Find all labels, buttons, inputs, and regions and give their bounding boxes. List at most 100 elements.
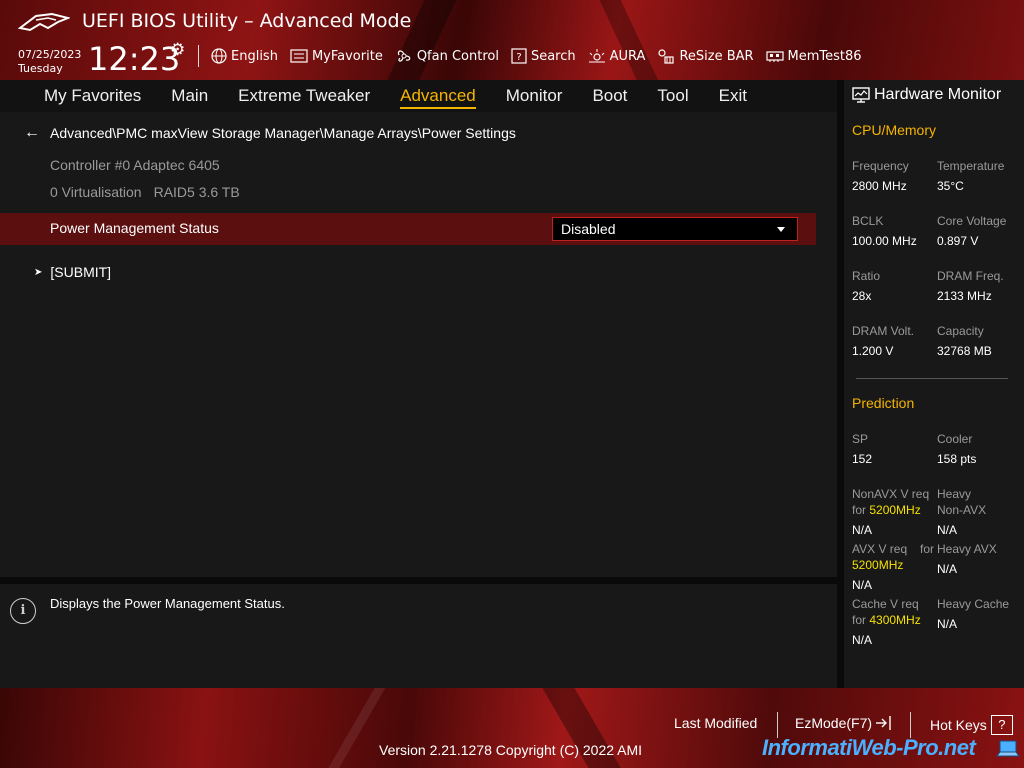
avx-value: N/A (852, 578, 873, 592)
heavy-nonavx-value: N/A (937, 523, 958, 537)
cpu-memory-heading: CPU/Memory (852, 122, 937, 138)
gear-icon[interactable]: ⚙ (170, 40, 185, 60)
search-icon: ? (511, 48, 527, 64)
dram-volt-value: 1.200 V (852, 344, 894, 358)
clock-time: 12:23 (88, 40, 181, 78)
last-modified-button[interactable]: Last Modified (674, 715, 757, 731)
bclk-value: 100.00 MHz (852, 234, 917, 248)
qfan-control-label: Qfan Control (416, 48, 499, 64)
language-button[interactable]: English (211, 48, 278, 64)
submit-item[interactable]: ➤ [SUBMIT] (34, 264, 111, 280)
date-display: 07/25/2023 Tuesday (18, 48, 81, 76)
ratio-value: 28x (852, 289, 872, 303)
ezmode-label: EzMode(F7) (795, 715, 873, 731)
version-text: Version 2.21.1278 Copyright (C) 2022 AMI (379, 742, 643, 758)
qfan-control-button[interactable]: Qfan Control (395, 48, 499, 64)
tab-advanced[interactable]: Advanced (400, 86, 476, 109)
array-name: 0 Virtualisation (50, 184, 142, 200)
info-icon: i (10, 598, 36, 624)
back-arrow-icon[interactable]: ← (24, 124, 40, 142)
bclk-label: BCLK (852, 214, 884, 228)
tab-monitor[interactable]: Monitor (506, 86, 563, 106)
laptop-icon (996, 740, 1020, 757)
nonavx-label-line2: for 5200MHz (852, 502, 929, 518)
chevron-right-icon: ➤ (34, 266, 43, 278)
avx-label-line1: AVX V req for (852, 541, 934, 557)
heavy-cache-label: Heavy Cache (937, 597, 1010, 611)
date-text: 07/25/2023 (18, 48, 82, 61)
submit-label: [SUBMIT] (50, 264, 112, 280)
breadcrumb: ← Advanced\PMC maxView Storage Manager\M… (24, 124, 516, 142)
tab-main[interactable]: Main (171, 86, 208, 106)
nonavx-value: N/A (852, 523, 873, 537)
tab-exit[interactable]: Exit (719, 86, 747, 106)
capacity-label: Capacity (937, 324, 984, 338)
cache-label-line1: Cache V req (852, 597, 919, 611)
ratio-label: Ratio (852, 269, 881, 283)
sp-label: SP (852, 432, 869, 446)
avx-freq: 5200MHz (852, 558, 904, 572)
myfavorite-button[interactable]: MyFavorite (290, 49, 383, 64)
memtest-icon (765, 51, 784, 62)
cache-label: Cache V req for 4300MHz (852, 596, 921, 628)
aura-button[interactable]: AURA (588, 48, 646, 64)
avx-for-text: for (919, 542, 934, 556)
nonavx-freq: 5200MHz (869, 503, 921, 517)
rog-logo-icon (18, 12, 70, 32)
tab-boot[interactable]: Boot (592, 86, 627, 106)
breadcrumb-path: Advanced\PMC maxView Storage Manager\Man… (50, 125, 516, 141)
monitor-icon (852, 87, 870, 103)
globe-icon (211, 48, 227, 64)
section-divider (856, 378, 1008, 379)
power-management-label: Power Management Status (50, 220, 219, 236)
day-text: Tuesday (18, 62, 63, 75)
prediction-heading: Prediction (852, 395, 915, 411)
dram-volt-label: DRAM Volt. (852, 324, 915, 338)
cache-value: N/A (852, 633, 873, 647)
avx-label: AVX V req for 5200MHz (852, 541, 934, 573)
aura-label: AURA (609, 48, 646, 64)
aura-icon (588, 49, 605, 63)
heavy-cache-value: N/A (937, 617, 958, 631)
hardware-monitor-title: Hardware Monitor (874, 86, 1002, 103)
resize-bar-label: ReSize BAR (679, 48, 754, 64)
help-panel: i Displays the Power Management Status. (0, 584, 837, 688)
tab-tool[interactable]: Tool (657, 86, 688, 106)
hot-keys-button[interactable]: Hot Keys ? (930, 715, 1013, 735)
capacity-value: 32768 MB (937, 344, 992, 358)
language-label: English (231, 48, 278, 64)
favorite-icon (290, 49, 308, 63)
tab-my-favorites[interactable]: My Favorites (44, 86, 141, 106)
heavy-nonavx-label-line1: Heavy (937, 487, 972, 501)
temperature-value: 35°C (937, 179, 964, 193)
fan-icon (397, 50, 411, 62)
power-management-row[interactable]: Power Management Status Disabled (0, 213, 816, 245)
cooler-value: 158 pts (937, 452, 977, 466)
hot-keys-label: Hot Keys (930, 717, 987, 733)
hardware-monitor-panel: Hardware Monitor CPU/Memory Frequency Te… (844, 80, 1024, 688)
search-button[interactable]: ? Search (511, 48, 576, 64)
search-label: Search (530, 48, 576, 64)
help-text: Displays the Power Management Status. (50, 596, 285, 611)
power-management-select[interactable]: Disabled (552, 217, 798, 241)
nonavx-for-text: for (852, 503, 867, 517)
memtest-button[interactable]: MemTest86 (765, 49, 862, 64)
frequency-value: 2800 MHz (852, 179, 907, 193)
column-divider (837, 80, 844, 688)
tab-extreme-tweaker[interactable]: Extreme Tweaker (238, 86, 370, 106)
core-voltage-label: Core Voltage (937, 214, 1007, 228)
heavy-nonavx-label: Heavy Non-AVX (937, 486, 986, 518)
dropdown-arrow-icon (777, 227, 785, 232)
avx-label-text: AVX V req (852, 542, 908, 556)
power-management-value: Disabled (561, 221, 616, 237)
cache-for-text: for (852, 613, 867, 627)
app-title: UEFI BIOS Utility – Advanced Mode (82, 10, 412, 32)
cache-label-line2: for 4300MHz (852, 612, 921, 628)
cache-freq: 4300MHz (869, 613, 921, 627)
dram-freq-label: DRAM Freq. (937, 269, 1004, 283)
resize-bar-button[interactable]: ReSize BAR (657, 48, 754, 64)
settings-panel: ← Advanced\PMC maxView Storage Manager\M… (0, 112, 837, 577)
heavy-nonavx-label-line2: Non-AVX (937, 503, 987, 517)
hardware-monitor-header: Hardware Monitor (852, 86, 1001, 104)
ezmode-button[interactable]: EzMode(F7) (795, 715, 894, 731)
